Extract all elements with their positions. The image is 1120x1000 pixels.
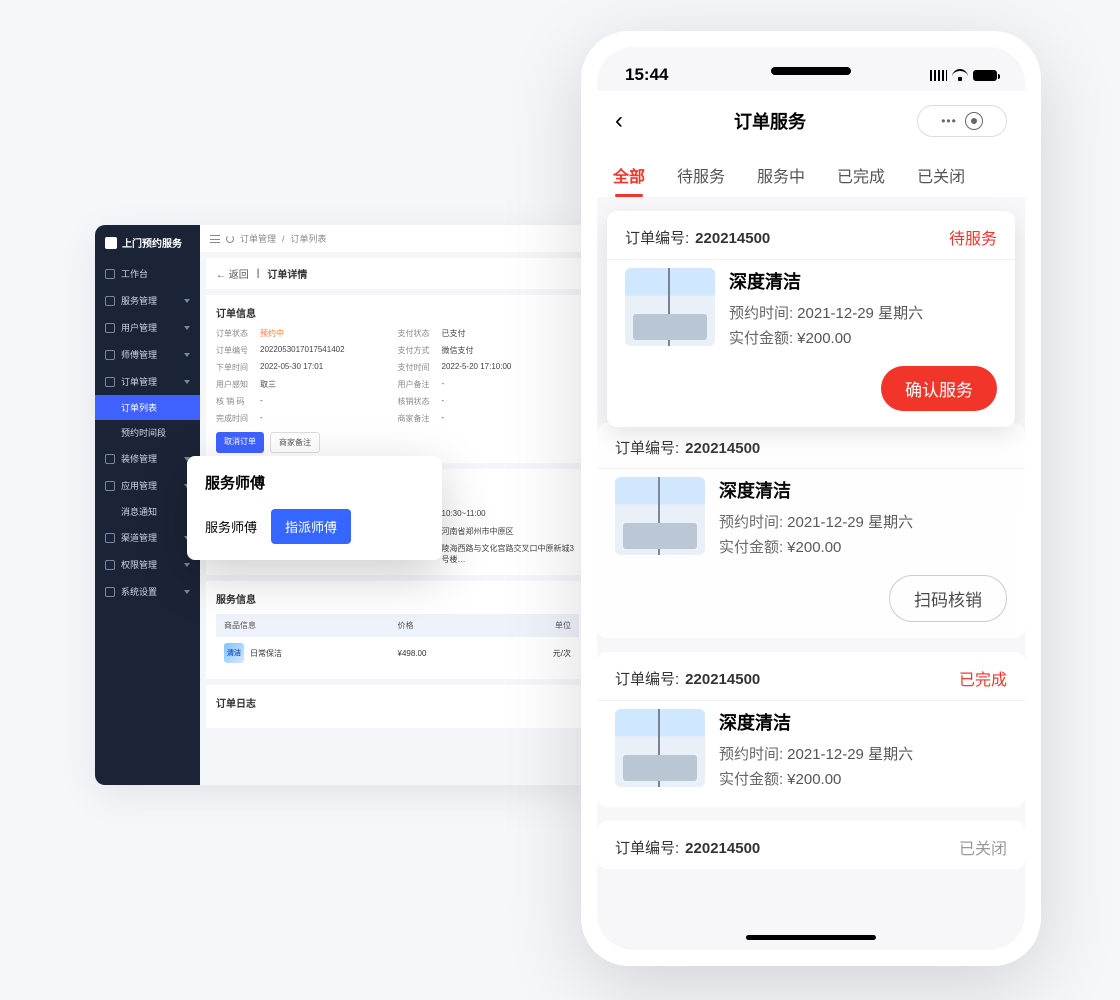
chevron-down-icon bbox=[184, 299, 190, 303]
phone-tabs: 全部 待服务 服务中 已完成 已关闭 bbox=[597, 151, 1025, 197]
admin-sidebar: 上门预约服务 工作台 服务管理 用户管理 师傅管理 订单管理 订单列表 预约时间… bbox=[95, 225, 200, 785]
order-card[interactable]: 订单编号:220214500 待服务 深度清洁 预约时间:2021-12-29 … bbox=[607, 211, 1015, 427]
page-title: 订单详情 bbox=[267, 266, 307, 281]
order-number: 订单编号:220214500 bbox=[615, 837, 760, 858]
order-card[interactable]: 订单编号:220214500 已完成 深度清洁 预约时间:2021-12-29 … bbox=[597, 652, 1025, 807]
admin-topbar: 订单管理 / 订单列表 bbox=[200, 225, 595, 252]
order-item-name: 深度清洁 bbox=[719, 709, 1007, 735]
users-icon bbox=[105, 323, 115, 333]
chevron-down-icon bbox=[184, 353, 190, 357]
renovation-icon bbox=[105, 454, 115, 464]
order-status: 待服务 bbox=[949, 225, 997, 249]
popup-title: 服务师傅 bbox=[205, 472, 424, 493]
phone-notch bbox=[771, 67, 851, 75]
home-indicator[interactable] bbox=[746, 935, 876, 940]
channel-icon bbox=[105, 533, 115, 543]
service-info-card: 服务信息 商品信息价格单位 日常保洁 ¥498.00 元/次 bbox=[206, 581, 589, 679]
tab-inprogress[interactable]: 服务中 bbox=[753, 151, 809, 197]
close-mp-icon bbox=[965, 112, 983, 130]
order-info-card: 订单信息 订单状态预约中 支付状态已支付 订单编号202205301701754… bbox=[206, 295, 589, 463]
refresh-icon[interactable] bbox=[226, 235, 234, 243]
orders-icon bbox=[105, 377, 115, 387]
phone-header: ‹ 订单服务 bbox=[597, 91, 1025, 151]
nav-channel[interactable]: 渠道管理 bbox=[95, 524, 200, 551]
wifi-icon bbox=[952, 69, 968, 81]
service-info-title: 服务信息 bbox=[216, 591, 579, 606]
system-icon bbox=[105, 587, 115, 597]
nav-technician[interactable]: 师傅管理 bbox=[95, 341, 200, 368]
order-info-title: 订单信息 bbox=[216, 305, 579, 320]
service-thumb bbox=[224, 643, 244, 663]
page-header: ← 返回 | 订单详情 bbox=[206, 258, 589, 289]
assign-technician-popup: 服务师傅 服务师傅 指派师傅 bbox=[187, 456, 442, 560]
status-time: 15:44 bbox=[625, 65, 668, 85]
nav-permission[interactable]: 权限管理 bbox=[95, 551, 200, 578]
order-log-title: 订单日志 bbox=[216, 695, 579, 710]
chevron-down-icon bbox=[184, 563, 190, 567]
battery-icon bbox=[973, 70, 997, 81]
cellular-icon bbox=[930, 70, 947, 81]
apps-icon bbox=[105, 481, 115, 491]
nav-workbench[interactable]: 工作台 bbox=[95, 260, 200, 287]
breadcrumb-b[interactable]: 订单列表 bbox=[291, 232, 327, 245]
order-number: 订单编号:220214500 bbox=[615, 668, 760, 689]
tab-pending[interactable]: 待服务 bbox=[673, 151, 729, 197]
breadcrumb-sep: / bbox=[282, 234, 285, 244]
nav-renovation[interactable]: 装修管理 bbox=[95, 445, 200, 472]
collapse-sidebar-icon[interactable] bbox=[210, 235, 220, 243]
order-image bbox=[615, 709, 705, 787]
order-card[interactable]: 订单编号:220214500 深度清洁 预约时间:2021-12-29 星期六 … bbox=[597, 423, 1025, 638]
order-number: 订单编号:220214500 bbox=[615, 437, 760, 458]
service-icon bbox=[105, 296, 115, 306]
page-sep: | bbox=[257, 268, 260, 279]
more-icon bbox=[941, 112, 957, 130]
nav-service[interactable]: 服务管理 bbox=[95, 287, 200, 314]
nav-system[interactable]: 系统设置 bbox=[95, 578, 200, 605]
nav-orders[interactable]: 订单管理 bbox=[95, 368, 200, 395]
order-log-card: 订单日志 bbox=[206, 685, 589, 728]
nav-notifications[interactable]: 消息通知 bbox=[95, 499, 200, 524]
confirm-service-button[interactable]: 确认服务 bbox=[881, 366, 997, 411]
permission-icon bbox=[105, 560, 115, 570]
breadcrumb-a[interactable]: 订单管理 bbox=[240, 232, 276, 245]
tab-all[interactable]: 全部 bbox=[609, 151, 649, 197]
order-image bbox=[615, 477, 705, 555]
nav-time-slots[interactable]: 预约时间段 bbox=[95, 420, 200, 445]
chevron-down-icon bbox=[184, 326, 190, 330]
workbench-icon bbox=[105, 269, 115, 279]
assign-technician-button[interactable]: 指派师傅 bbox=[271, 509, 351, 544]
service-table-head: 商品信息价格单位 bbox=[216, 614, 579, 637]
order-list[interactable]: 订单编号:220214500 待服务 深度清洁 预约时间:2021-12-29 … bbox=[597, 197, 1025, 929]
nav-order-list[interactable]: 订单列表 bbox=[95, 395, 200, 420]
merchant-note-button[interactable]: 商家备注 bbox=[270, 432, 320, 453]
chevron-down-icon bbox=[184, 380, 190, 384]
tab-closed[interactable]: 已关闭 bbox=[913, 151, 969, 197]
brand-text: 上门预约服务 bbox=[122, 235, 182, 250]
brand: 上门预约服务 bbox=[95, 225, 200, 260]
phone-mockup: 15:44 ‹ 订单服务 全部 待服务 服务中 已完成 bbox=[581, 31, 1041, 966]
phone-title: 订单服务 bbox=[734, 108, 806, 134]
tab-done[interactable]: 已完成 bbox=[833, 151, 889, 197]
order-card[interactable]: 订单编号:220214500 已关闭 bbox=[597, 821, 1025, 869]
order-image bbox=[625, 268, 715, 346]
brand-logo-icon bbox=[105, 237, 117, 249]
cancel-order-button[interactable]: 取消订单 bbox=[216, 432, 264, 453]
miniprogram-capsule[interactable] bbox=[917, 105, 1007, 137]
order-item-name: 深度清洁 bbox=[719, 477, 1007, 503]
nav-apps[interactable]: 应用管理 bbox=[95, 472, 200, 499]
service-table-row: 日常保洁 ¥498.00 元/次 bbox=[216, 637, 579, 669]
order-item-name: 深度清洁 bbox=[729, 268, 997, 294]
popup-label: 服务师傅 bbox=[205, 517, 257, 536]
scan-verify-button[interactable]: 扫码核销 bbox=[889, 575, 1007, 622]
chevron-down-icon bbox=[184, 590, 190, 594]
technician-icon bbox=[105, 350, 115, 360]
back-button[interactable]: ← 返回 bbox=[216, 266, 249, 281]
nav-users[interactable]: 用户管理 bbox=[95, 314, 200, 341]
order-number: 订单编号:220214500 bbox=[625, 227, 770, 248]
phone-back-button[interactable]: ‹ bbox=[615, 107, 623, 135]
order-status: 已关闭 bbox=[959, 835, 1007, 859]
order-status: 已完成 bbox=[959, 666, 1007, 690]
